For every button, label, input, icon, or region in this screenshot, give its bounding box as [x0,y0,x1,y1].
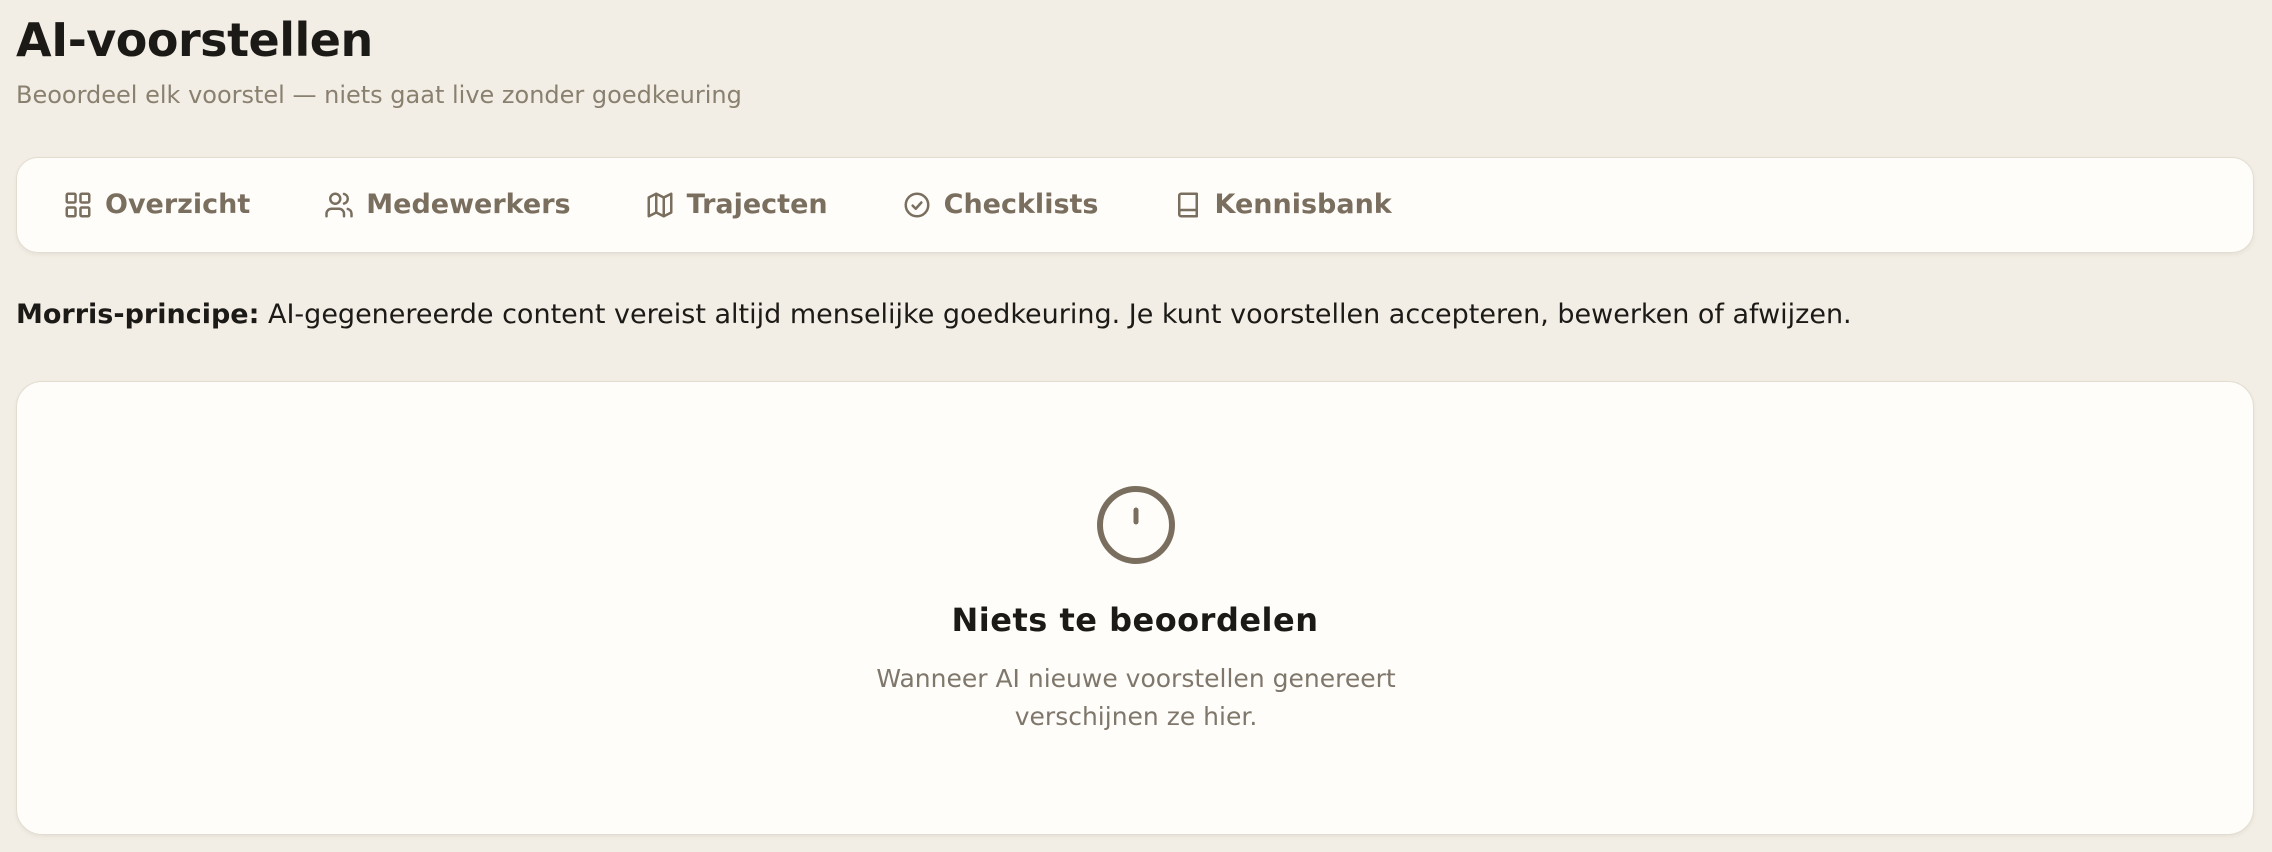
book-icon [1173,190,1203,220]
empty-state-description: Wanneer AI nieuwe voorstellen genereert … [876,664,1396,731]
tab-label: Overzicht [105,189,251,220]
clock-icon [1096,485,1176,565]
empty-state-title: Niets te beoordelen [951,601,1319,639]
tab-medewerkers[interactable]: Medewerkers [324,175,571,235]
check-circle-icon [902,190,932,220]
tab-trajecten[interactable]: Trajecten [645,175,828,235]
empty-state-card: Niets te beoordelen Wanneer AI nieuwe vo… [16,381,2254,835]
morris-principle-notice: Morris-principe: AI-gegenereerde content… [16,296,1852,334]
tab-bar: Overzicht Medewerkers Trajecten Checklis… [16,157,2254,253]
tab-overzicht[interactable]: Overzicht [63,175,250,235]
page-title: AI-voorstellen [16,13,373,67]
tab-label: Checklists [943,189,1099,220]
tab-label: Kennisbank [1214,189,1392,220]
tab-label: Medewerkers [366,189,571,220]
notice-text: AI-gegenereerde content vereist altijd m… [268,299,1852,330]
map-icon [645,190,675,220]
grid-icon [63,190,93,220]
notice-label: Morris-principe: [16,299,260,330]
page-subtitle: Beoordeel elk voorstel — niets gaat live… [16,81,742,109]
tab-label: Trajecten [686,189,828,220]
users-icon [324,190,354,220]
tab-kennisbank[interactable]: Kennisbank [1173,175,1392,235]
tab-checklists[interactable]: Checklists [902,175,1099,235]
